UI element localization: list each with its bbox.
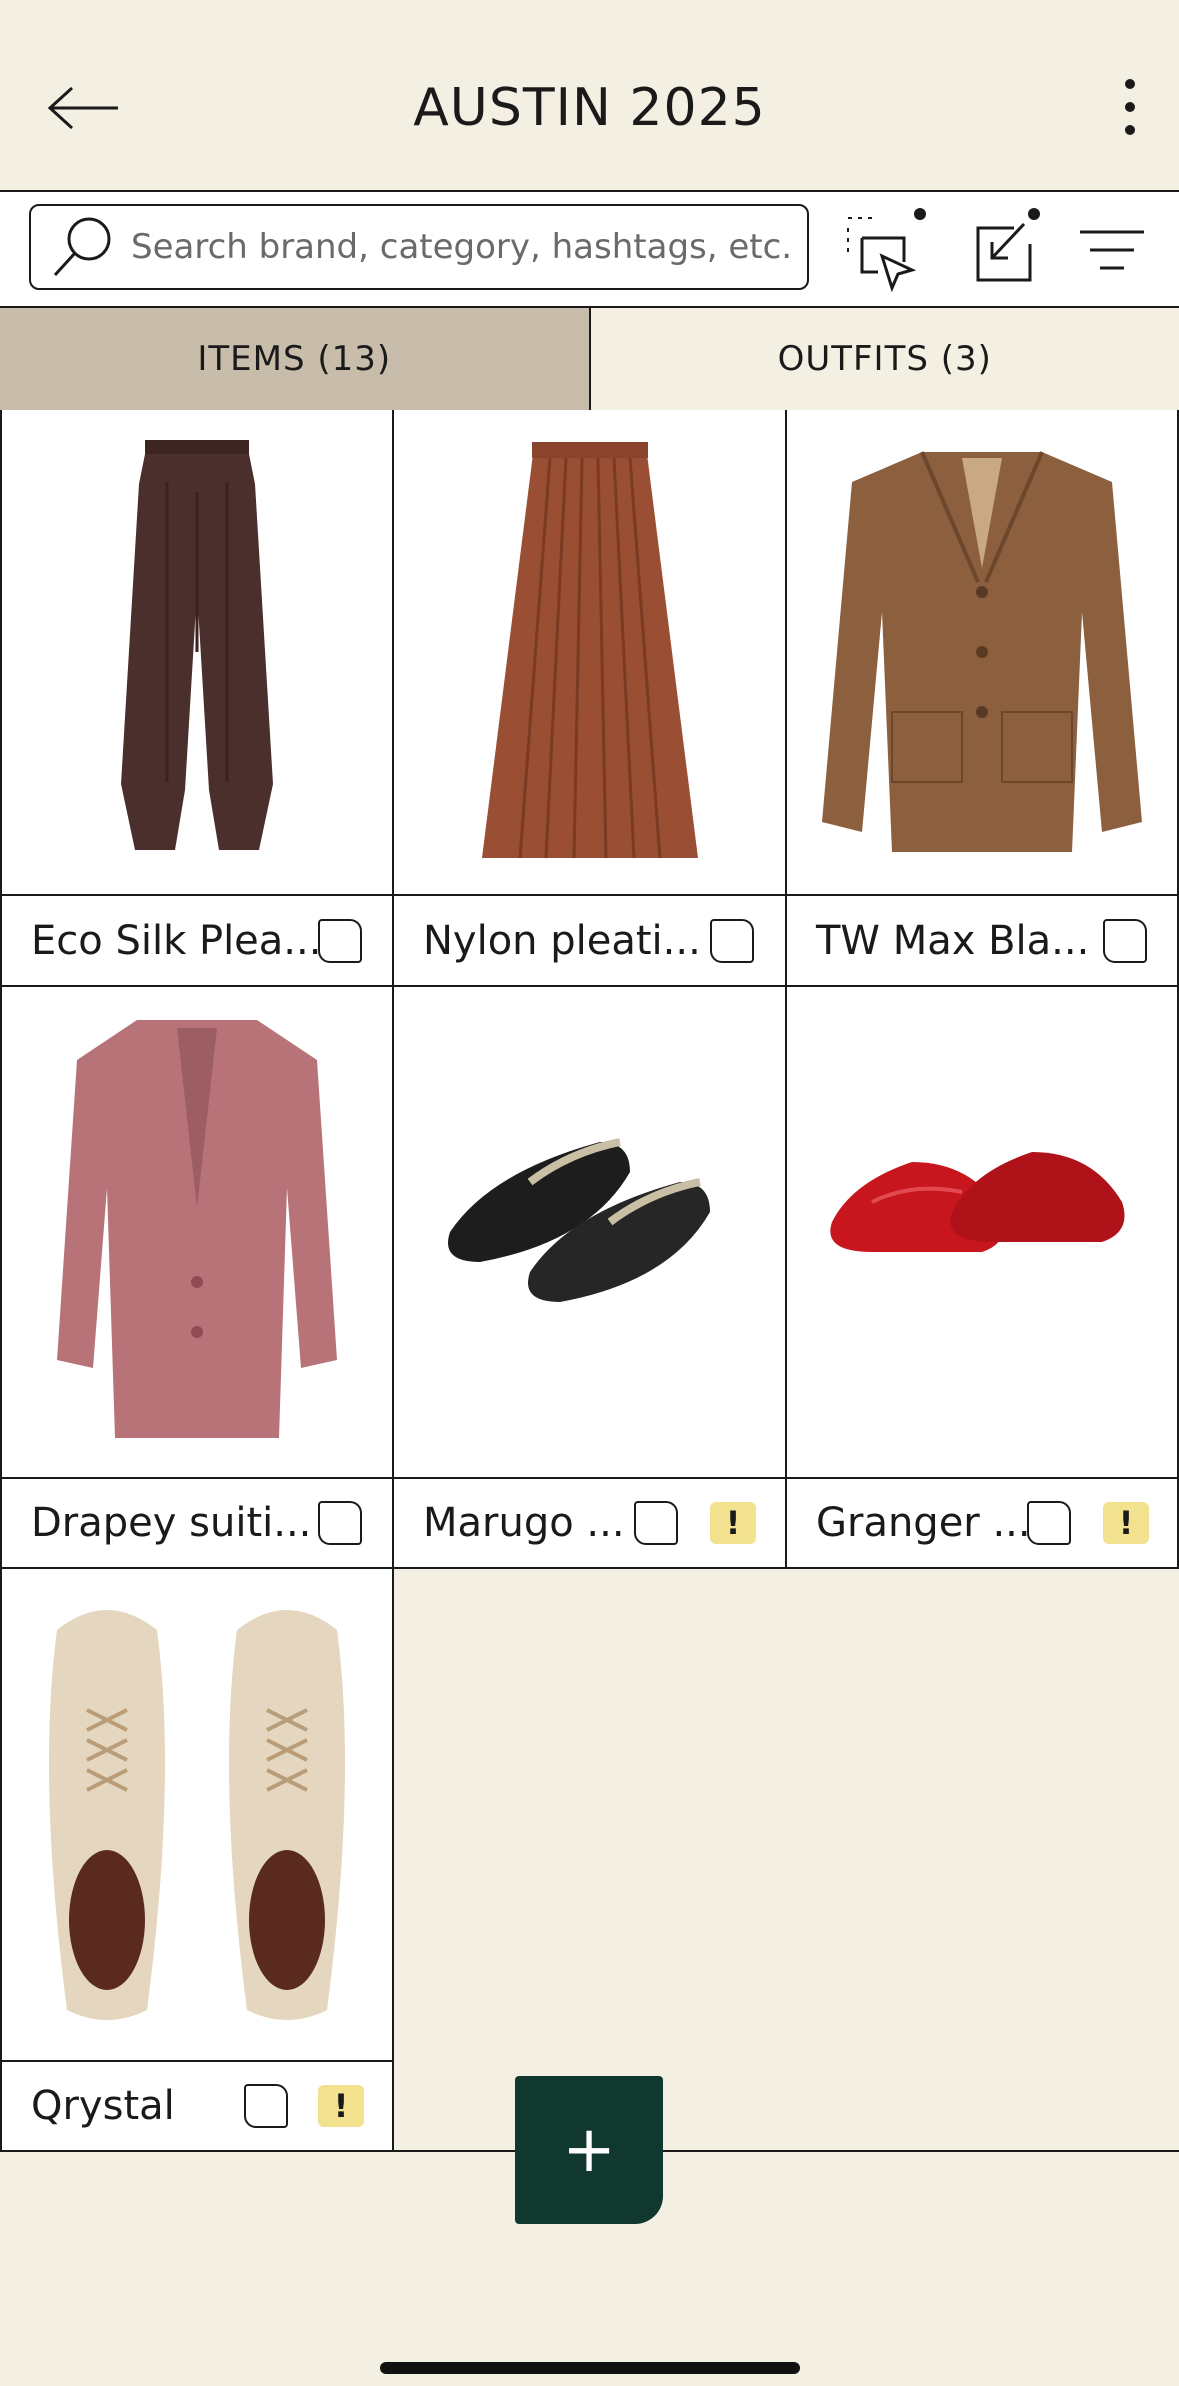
item-name: Nylon pleati... (423, 918, 701, 964)
more-options-icon[interactable] (1110, 74, 1150, 144)
item-name: Marugo ... (423, 1500, 625, 1546)
grid-bottom-border (394, 2150, 1179, 2152)
home-indicator (380, 2362, 800, 2374)
search-input[interactable] (131, 227, 807, 267)
select-checkbox[interactable] (244, 2084, 288, 2128)
item-card[interactable]: Marugo ... ! (394, 987, 787, 1569)
warning-badge[interactable]: ! (1103, 1502, 1149, 1544)
select-checkbox[interactable] (634, 1501, 678, 1545)
item-image (2, 1569, 392, 2062)
warning-badge[interactable]: ! (318, 2085, 364, 2127)
tab-outfits[interactable]: OUTFITS (3) (591, 308, 1179, 410)
item-caption: Eco Silk Plea... (2, 897, 392, 985)
select-checkbox[interactable] (710, 919, 754, 963)
item-caption: Granger ... ! (787, 1479, 1177, 1567)
item-name: Qrystal (31, 2083, 175, 2129)
item-image (787, 987, 1177, 1479)
tab-items[interactable]: ITEMS (13) (0, 308, 591, 410)
filter-icon[interactable] (1070, 206, 1156, 292)
item-name: Eco Silk Plea... (31, 918, 322, 964)
black-shoes-image (447, 1138, 710, 1302)
pleated-skirt-image (481, 442, 698, 859)
toolbar (0, 192, 1179, 308)
item-image (787, 410, 1177, 896)
item-image (2, 410, 392, 896)
item-caption: Qrystal ! (2, 2062, 392, 2150)
search-icon (53, 217, 111, 277)
select-checkbox[interactable] (1027, 1501, 1071, 1545)
brown-blazer-image (822, 451, 1142, 852)
select-checkbox[interactable] (318, 919, 362, 963)
export-icon[interactable] (962, 206, 1048, 292)
item-caption: Nylon pleati... (394, 897, 785, 985)
item-card[interactable]: TW Max Bla... (787, 410, 1179, 987)
select-checkbox[interactable] (318, 1501, 362, 1545)
item-card[interactable]: Qrystal ! (0, 1569, 394, 2152)
search-box[interactable] (29, 204, 809, 290)
select-mode-icon[interactable] (842, 206, 928, 292)
add-item-button[interactable]: + (515, 2076, 663, 2224)
item-image (394, 987, 785, 1479)
select-checkbox[interactable] (1103, 919, 1147, 963)
item-caption: Marugo ... ! (394, 1479, 785, 1567)
item-card[interactable]: Drapey suiti... (0, 987, 394, 1569)
item-card[interactable]: Eco Silk Plea... (0, 410, 394, 987)
tab-bar: ITEMS (13) OUTFITS (3) (0, 308, 1179, 412)
trousers-image (121, 440, 273, 850)
item-name: Drapey suiti... (31, 1500, 312, 1546)
item-card[interactable]: Granger ... ! (787, 987, 1179, 1569)
item-caption: Drapey suiti... (2, 1479, 392, 1567)
page-title: AUSTIN 2025 (413, 78, 766, 138)
warning-badge[interactable]: ! (710, 1502, 756, 1544)
app-header: AUSTIN 2025 (0, 0, 1179, 192)
item-image (394, 410, 785, 896)
item-caption: TW Max Bla... (787, 897, 1177, 985)
pink-blazer-image (57, 1020, 337, 1438)
item-card[interactable]: Nylon pleati... (394, 410, 787, 987)
red-mules-image (830, 1152, 1125, 1252)
item-name: TW Max Bla... (816, 918, 1090, 964)
item-image (2, 987, 392, 1479)
item-name: Granger ... (816, 1500, 1031, 1546)
sneakers-image (49, 1609, 345, 2020)
